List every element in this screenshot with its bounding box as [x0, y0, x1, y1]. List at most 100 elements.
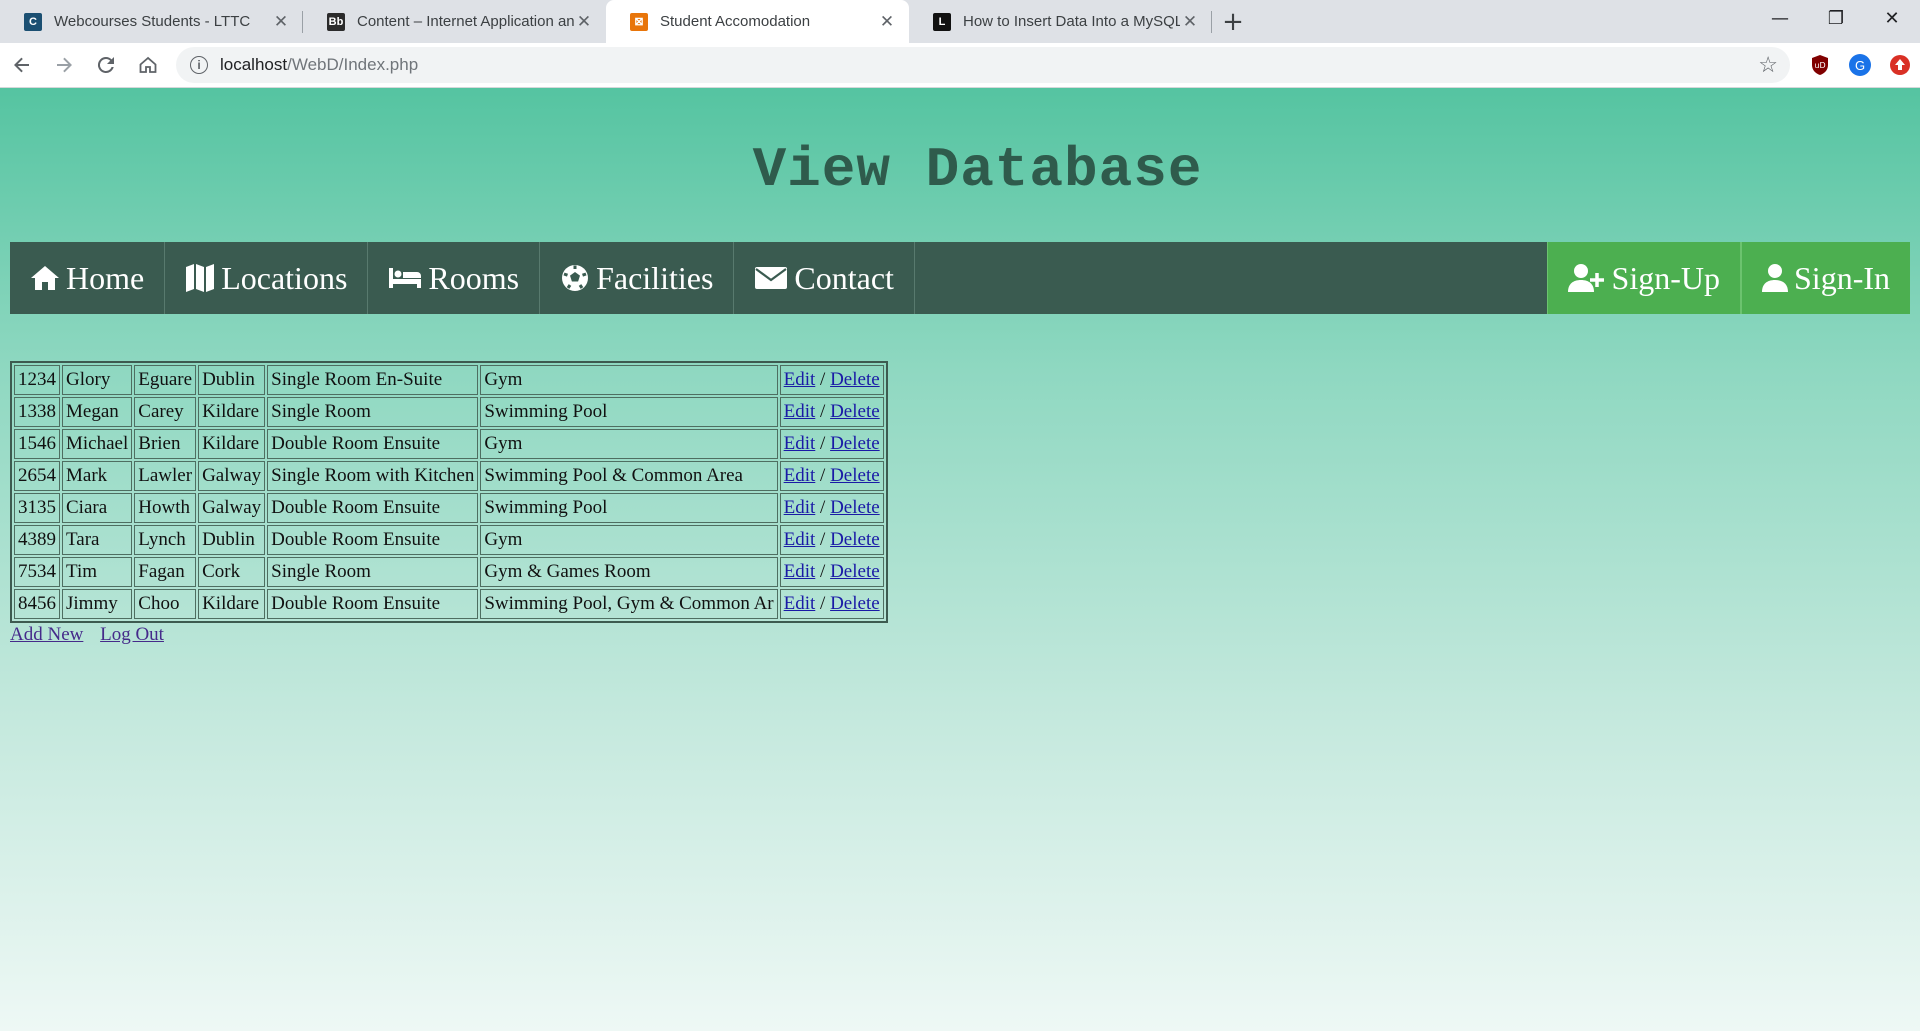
map-icon — [186, 264, 215, 292]
browser-tab-0[interactable]: C Webcourses Students - LTTC ✕ — [0, 0, 303, 43]
delete-link[interactable]: Delete — [830, 497, 880, 518]
profile-avatar[interactable]: G — [1840, 54, 1880, 76]
info-icon[interactable]: i — [190, 56, 208, 74]
nav-signin-label: Sign-In — [1794, 259, 1890, 296]
table-cell: Single Room — [267, 557, 479, 587]
delete-link[interactable]: Delete — [830, 529, 880, 550]
row-actions: Edit / Delete — [779, 365, 884, 395]
nav-signup[interactable]: Sign-Up — [1546, 242, 1741, 314]
nav-rooms-label: Rooms — [428, 259, 520, 296]
row-actions: Edit / Delete — [779, 493, 884, 523]
table-row: 1338 Megan Carey Kildare Single Room Swimming… — [14, 397, 884, 427]
close-window-icon[interactable]: ✕ — [1864, 0, 1920, 36]
home-icon[interactable] — [128, 45, 168, 85]
edit-link[interactable]: Edit — [784, 369, 816, 390]
edit-link[interactable]: Edit — [784, 529, 816, 550]
window-controls: — ❐ ✕ — [1752, 0, 1920, 36]
log-out-link[interactable]: Log Out — [100, 624, 164, 645]
page-links: Add New Log Out — [10, 624, 1910, 646]
edit-link[interactable]: Edit — [784, 465, 816, 486]
user-plus-icon — [1567, 264, 1604, 292]
close-icon[interactable]: ✕ — [877, 12, 897, 32]
table-cell: Single Room En-Suite — [267, 365, 479, 395]
browser-tab-1[interactable]: Bb Content – Internet Application an ✕ — [303, 0, 606, 43]
ublock-extension-icon[interactable]: uD — [1800, 54, 1840, 76]
close-icon[interactable]: ✕ — [574, 12, 594, 32]
nav-signin[interactable]: Sign-In — [1741, 242, 1910, 314]
edit-link[interactable]: Edit — [784, 497, 816, 518]
table-cell: Kildare — [198, 589, 266, 619]
row-actions: Edit / Delete — [779, 397, 884, 427]
table-cell: Double Room Ensuite — [267, 493, 479, 523]
row-actions: Edit / Delete — [779, 525, 884, 555]
svg-text:uD: uD — [1814, 61, 1825, 70]
action-separator: / — [820, 369, 826, 390]
table-cell: Galway — [198, 461, 266, 491]
delete-link[interactable]: Delete — [830, 369, 880, 390]
nav-rooms[interactable]: Rooms — [368, 242, 541, 314]
delete-link[interactable]: Delete — [830, 433, 880, 454]
action-separator: / — [820, 497, 826, 518]
table-cell: Gym & Games Room — [480, 557, 778, 587]
action-separator: / — [820, 593, 826, 614]
extension-icon[interactable] — [1880, 54, 1920, 76]
nav-locations[interactable]: Locations — [165, 242, 369, 314]
add-new-link[interactable]: Add New — [10, 624, 83, 645]
tab-title: Content – Internet Application an — [357, 13, 574, 30]
nav-home[interactable]: Home — [10, 242, 166, 314]
row-actions: Edit / Delete — [779, 589, 884, 619]
back-icon[interactable] — [2, 45, 42, 85]
close-icon[interactable]: ✕ — [1180, 12, 1200, 32]
edit-link[interactable]: Edit — [784, 561, 816, 582]
table-cell: Megan — [62, 397, 133, 427]
close-icon[interactable]: ✕ — [271, 12, 291, 32]
minimize-icon[interactable]: — — [1752, 0, 1808, 36]
forward-icon[interactable] — [44, 45, 84, 85]
table-cell: Dublin — [198, 525, 266, 555]
reload-icon[interactable] — [86, 45, 126, 85]
browser-tab-3[interactable]: L How to Insert Data Into a MySQL ✕ — [909, 0, 1212, 43]
table-cell: 1234 — [14, 365, 60, 395]
delete-link[interactable]: Delete — [830, 561, 880, 582]
table-cell: Galway — [198, 493, 266, 523]
delete-link[interactable]: Delete — [830, 593, 880, 614]
restore-icon[interactable]: ❐ — [1808, 0, 1864, 36]
new-tab-icon[interactable]: + — [1212, 0, 1254, 43]
action-separator: / — [820, 401, 826, 422]
table-cell: 1338 — [14, 397, 60, 427]
table-cell: Swimming Pool — [480, 493, 778, 523]
bookmark-star-icon[interactable]: ☆ — [1758, 52, 1778, 78]
edit-link[interactable]: Edit — [784, 401, 816, 422]
table-cell: Howth — [134, 493, 197, 523]
table-row: 1546 Michael Brien Kildare Double Room Ensui… — [14, 429, 884, 459]
soccer-ball-icon — [562, 265, 589, 291]
table-cell: Ciara — [62, 493, 133, 523]
table-cell: Double Room Ensuite — [267, 589, 479, 619]
home-icon — [31, 266, 59, 290]
table-cell: Swimming Pool, Gym & Common Ar — [480, 589, 778, 619]
webcourses-favicon-icon: C — [24, 12, 42, 31]
table-cell: Glory — [62, 365, 133, 395]
table-cell: 7534 — [14, 557, 60, 587]
table-cell: Single Room — [267, 397, 479, 427]
table-cell: Mark — [62, 461, 133, 491]
edit-link[interactable]: Edit — [784, 593, 816, 614]
site-navbar: Home Locations Rooms Facilities Contact … — [10, 242, 1910, 314]
delete-link[interactable]: Delete — [830, 401, 880, 422]
nav-facilities[interactable]: Facilities — [540, 242, 735, 314]
table-cell: Fagan — [134, 557, 197, 587]
edit-link[interactable]: Edit — [784, 433, 816, 454]
table-cell: Carey — [134, 397, 197, 427]
blackboard-favicon-icon: Bb — [327, 12, 345, 31]
table-cell: Dublin — [198, 365, 266, 395]
table-cell: Brien — [134, 429, 197, 459]
xampp-favicon-icon: ⊠ — [630, 12, 648, 31]
action-separator: / — [820, 529, 826, 550]
table-row: 8456 Jimmy Choo Kildare Double Room Ensuite S… — [14, 589, 884, 619]
user-icon — [1762, 264, 1788, 292]
nav-contact[interactable]: Contact — [734, 242, 915, 314]
delete-link[interactable]: Delete — [830, 465, 880, 486]
table-row: 4389 Tara Lynch Dublin Double Room Ensuite Gy… — [14, 525, 884, 555]
address-bar[interactable]: i localhost/WebD/Index.php ☆ — [176, 47, 1790, 83]
browser-tab-2[interactable]: ⊠ Student Accomodation ✕ — [606, 0, 909, 43]
